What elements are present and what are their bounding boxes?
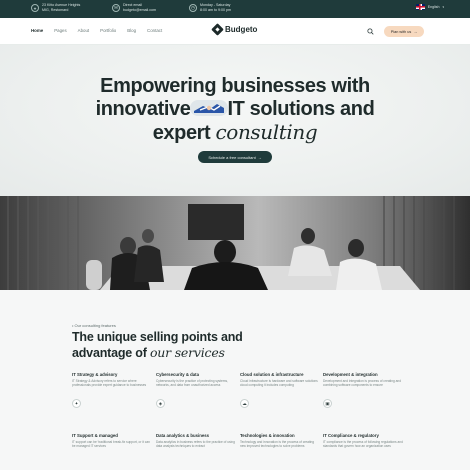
feature-card[interactable]: Development & integration Development an…	[323, 372, 403, 408]
section-title-our-services: our services	[149, 345, 225, 360]
card-title: IT Support & managed	[72, 433, 118, 438]
hours-info: ◷ Monday - Saturday 8:00 am to 9:00 pm	[189, 3, 231, 13]
language-label: English	[427, 5, 440, 9]
nav-pages[interactable]: Pages	[54, 28, 66, 33]
feature-card[interactable]: Data analytics & business Data analytics…	[156, 433, 236, 453]
card-desc: Cloud infrastructure is hardware and sof…	[240, 379, 318, 388]
handshake-thumbnail-icon	[190, 100, 229, 117]
card-title: Cloud solution & infrastructure	[240, 372, 304, 377]
address-info: ⌖ 23 Kitto Avenue Heights MIG, Restomard	[31, 3, 80, 13]
feature-card[interactable]: Cybersecurity & data Cybersecurity is th…	[156, 372, 236, 408]
email-info[interactable]: ✉ Direct email budgeto@email.com	[112, 3, 156, 13]
email-value[interactable]: budgeto@email.com	[123, 8, 156, 13]
brand-logo[interactable]: Budgeto	[211, 23, 258, 36]
nav-blog[interactable]: Blog	[127, 28, 136, 33]
hours-value: 8:00 am to 9:00 pm	[200, 8, 231, 12]
clock-icon: ◷	[189, 4, 197, 12]
mail-icon: ✉	[112, 4, 120, 12]
features-section: • Our consulting features The unique sel…	[0, 290, 470, 470]
card-desc: Technology and innovation is the process…	[240, 440, 315, 449]
nav-portfolio[interactable]: Portfolio	[100, 28, 116, 33]
card-title: Development & integration	[323, 372, 378, 377]
arrow-right-icon: →	[257, 154, 262, 160]
hero-title-consulting: consulting	[215, 120, 318, 144]
nav-home[interactable]: Home	[31, 28, 43, 33]
schedule-consultant-button[interactable]: Schedule a free consultant →	[198, 151, 272, 163]
hero-button-label: Schedule a free consultant	[208, 154, 256, 160]
top-info-bar: ⌖ 23 Kitto Avenue Heights MIG, Restomard…	[0, 0, 470, 18]
card-desc: Data analytics in business refers to the…	[156, 440, 235, 449]
feature-card[interactable]: IT Strategy & advisory IT Strategy & Adv…	[72, 372, 152, 408]
location-icon: ⌖	[31, 4, 39, 12]
search-icon[interactable]	[367, 28, 374, 35]
brand-name: Budgeto	[225, 25, 258, 34]
hero-title-it-solutions: IT solutions and	[227, 98, 375, 120]
uk-flag-icon	[415, 4, 425, 10]
language-selector[interactable]: English ▾	[415, 4, 444, 10]
lightbulb-icon: ✦	[72, 399, 81, 408]
feature-card[interactable]: Cloud solution & infrastructure Cloud in…	[240, 372, 320, 408]
team-meeting-photo	[0, 196, 470, 290]
card-desc: IT support can be ‘traditional break-fix…	[72, 440, 150, 449]
section-title-line1: The unique selling points and	[72, 330, 243, 344]
shield-icon: ◈	[156, 399, 165, 408]
hero-title-innovative: innovative	[95, 98, 191, 120]
card-desc: Cybersecurity is the practice of protect…	[156, 379, 228, 388]
code-icon: ▣	[323, 399, 332, 408]
card-desc: IT Strategy & Advisory refers to service…	[72, 379, 147, 388]
nav-links: Home Pages About Portfolio Blog Contact	[31, 28, 162, 33]
main-navbar: Home Pages About Portfolio Blog Contact …	[0, 18, 470, 45]
chevron-down-icon: ▾	[442, 5, 444, 9]
feature-card[interactable]: IT Support & managed IT support can be ‘…	[72, 433, 152, 453]
nav-about[interactable]: About	[78, 28, 89, 33]
section-title: The unique selling points and advantage …	[72, 330, 243, 361]
card-title: Technologies & innovation	[240, 433, 295, 438]
cloud-icon: ☁	[240, 399, 249, 408]
hero-title-line3: expert consulting	[0, 121, 470, 145]
feature-card[interactable]: Technologies & innovation Technology and…	[240, 433, 320, 453]
nav-contact[interactable]: Contact	[147, 28, 162, 33]
card-desc: IT compliance is the process of followin…	[323, 440, 403, 449]
hero-title-line2: innovative IT solutions and	[0, 98, 470, 121]
feature-card[interactable]: IT Compliance & regulatory IT compliance…	[323, 433, 403, 453]
hero-section: Empowering businesses with innovative IT…	[0, 45, 470, 196]
card-title: Data analytics & business	[156, 433, 210, 438]
address-line2: MIG, Restomard	[42, 8, 69, 12]
hero-title-expert: expert	[152, 122, 211, 144]
card-title: IT Strategy & advisory	[72, 372, 118, 377]
cta-label: Plan with us	[390, 29, 412, 34]
logo-icon	[211, 23, 224, 36]
arrow-right-icon: →	[413, 29, 418, 34]
card-desc: Development and integration is process o…	[323, 379, 401, 388]
section-title-advantage: advantage of	[72, 346, 147, 360]
card-title: Cybersecurity & data	[156, 372, 199, 377]
card-title: IT Compliance & regulatory	[323, 433, 379, 438]
plan-with-us-button[interactable]: Plan with us →	[384, 26, 424, 37]
hero-title-line1: Empowering businesses with	[100, 75, 370, 97]
section-eyebrow: • Our consulting features	[72, 323, 116, 328]
